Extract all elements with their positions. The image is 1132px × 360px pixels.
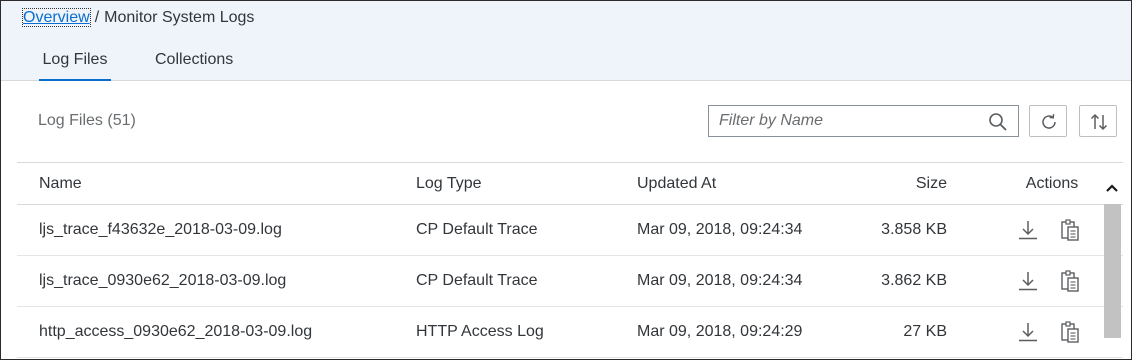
tab-collections[interactable]: Collections [155,51,233,81]
log-file-name: ljs_trace_0930e62_2018-03-09.log [39,272,287,289]
table-scrollbar[interactable] [1102,178,1122,340]
breadcrumb-current: Monitor System Logs [104,9,255,26]
page-header: Overview / Monitor System Logs Log Files C… [1,1,1131,81]
scrollbar-thumb[interactable] [1104,204,1121,338]
download-icon[interactable] [1016,218,1040,242]
updated-at: Mar 09, 2018, 09:24:29 [637,323,803,340]
breadcrumb-separator: / [94,9,100,26]
download-icon[interactable] [1016,320,1040,344]
sort-button[interactable] [1079,105,1117,137]
column-header-size[interactable]: Size [847,163,947,204]
column-header-updated-at[interactable]: Updated At [637,163,716,204]
table-header-row: Name Log Type Updated At Size Actions [17,163,1123,205]
table-row[interactable]: ljs_trace_f43632e_2018-03-09.log CP Defa… [17,205,1123,256]
log-files-table: Name Log Type Updated At Size Actions lj… [17,162,1123,358]
log-type: CP Default Trace [416,272,538,289]
log-file-name: ljs_trace_f43632e_2018-03-09.log [39,221,282,238]
column-header-log-type[interactable]: Log Type [416,163,482,204]
file-size: 3.858 KB [881,221,947,238]
log-file-name: http_access_0930e62_2018-03-09.log [39,323,313,340]
refresh-button[interactable] [1029,105,1067,137]
search-icon[interactable] [988,112,1008,132]
filter-by-name-input[interactable] [709,106,979,136]
breadcrumb: Overview / Monitor System Logs [22,8,255,27]
file-size: 27 KB [903,323,947,340]
updated-at: Mar 09, 2018, 09:24:34 [637,272,803,289]
row-actions [997,205,1101,255]
updated-at: Mar 09, 2018, 09:24:34 [637,221,803,238]
row-actions [997,307,1101,357]
column-header-name[interactable]: Name [39,163,82,204]
copy-icon[interactable] [1058,218,1082,242]
file-size: 3.862 KB [881,272,947,289]
log-files-count-title: Log Files (51) [38,112,136,129]
copy-icon[interactable] [1058,269,1082,293]
breadcrumb-link-overview[interactable]: Overview [22,8,91,27]
log-type: HTTP Access Log [416,323,544,340]
download-icon[interactable] [1016,269,1040,293]
table-row[interactable]: http_access_0930e62_2018-03-09.log HTTP … [17,307,1123,358]
table-row[interactable]: ljs_trace_0930e62_2018-03-09.log CP Defa… [17,256,1123,307]
copy-icon[interactable] [1058,320,1082,344]
chevron-up-icon[interactable] [1104,178,1120,198]
row-actions [997,256,1101,306]
log-type: CP Default Trace [416,221,538,238]
filter-search-field [708,105,1019,137]
column-header-actions: Actions [1025,174,1079,192]
tab-log-files[interactable]: Log Files [39,51,111,81]
